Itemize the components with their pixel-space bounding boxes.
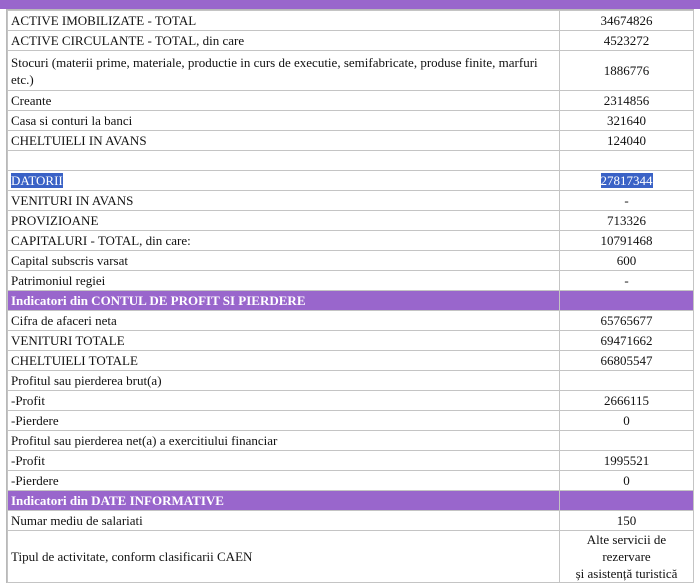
- financial-table-frame: ACTIVE IMOBILIZATE - TOTAL 34674826 ACTI…: [6, 9, 694, 583]
- row-value: 2314856: [559, 90, 694, 111]
- section-title-spacer: [559, 490, 694, 511]
- row-value: 27817344: [559, 170, 694, 191]
- row-value: 150: [559, 510, 694, 531]
- row-value: 0: [559, 470, 694, 491]
- section-title: Indicatori din CONTUL DE PROFIT SI PIERD…: [7, 290, 560, 311]
- row-value: 0: [559, 410, 694, 431]
- row-value: [559, 150, 694, 171]
- row-value: 69471662: [559, 330, 694, 351]
- row-value: [559, 430, 694, 451]
- table-row: Cifra de afaceri neta 65765677: [7, 310, 694, 331]
- row-value: Alte servicii de rezervare și asistență t…: [559, 530, 694, 583]
- selected-text[interactable]: DATORII: [11, 173, 63, 188]
- row-label: Tipul de activitate, conform clasificari…: [7, 530, 560, 583]
- row-value: 124040: [559, 130, 694, 151]
- table-row: Casa si conturi la banci 321640: [7, 110, 694, 131]
- value-line: și asistență turistică: [575, 566, 678, 581]
- table-row: Creante 2314856: [7, 90, 694, 111]
- row-label: -Pierdere: [7, 470, 560, 491]
- row-value: -: [559, 270, 694, 291]
- table-row: CHELTUIELI TOTALE 66805547: [7, 350, 694, 371]
- row-value: 2666115: [559, 390, 694, 411]
- row-value: 600: [559, 250, 694, 271]
- row-value: 10791468: [559, 230, 694, 251]
- row-value: -: [559, 190, 694, 211]
- table-row: Profitul sau pierderea brut(a): [7, 370, 694, 391]
- row-value: 4523272: [559, 30, 694, 51]
- row-value: 321640: [559, 110, 694, 131]
- row-label: Profitul sau pierderea net(a) a exerciti…: [7, 430, 560, 451]
- table-row: ACTIVE CIRCULANTE - TOTAL, din care 4523…: [7, 30, 694, 51]
- table-row: VENITURI IN AVANS -: [7, 190, 694, 211]
- table-row: Stocuri (materii prime, materiale, produ…: [7, 50, 694, 91]
- row-label: Capital subscris varsat: [7, 250, 560, 271]
- table-row: ACTIVE IMOBILIZATE - TOTAL 34674826: [7, 10, 694, 31]
- table-row: Numar mediu de salariati 150: [7, 510, 694, 531]
- row-label: Stocuri (materii prime, materiale, produ…: [7, 50, 560, 91]
- row-label: -Profit: [7, 390, 560, 411]
- row-label: VENITURI TOTALE: [7, 330, 560, 351]
- financial-indicators-table: ACTIVE IMOBILIZATE - TOTAL 34674826 ACTI…: [7, 10, 694, 583]
- row-label: ACTIVE CIRCULANTE - TOTAL, din care: [7, 30, 560, 51]
- value-line: Alte servicii de rezervare: [586, 532, 667, 564]
- top-accent-bar: [0, 0, 700, 9]
- row-label: -Pierdere: [7, 410, 560, 431]
- row-label: Patrimoniul regiei: [7, 270, 560, 291]
- row-label: [7, 150, 560, 171]
- row-label: Casa si conturi la banci: [7, 110, 560, 131]
- table-row: VENITURI TOTALE 69471662: [7, 330, 694, 351]
- section-title: Indicatori din DATE INFORMATIVE: [7, 490, 560, 511]
- row-value: 65765677: [559, 310, 694, 331]
- table-row: -Profit 1995521: [7, 450, 694, 471]
- row-label: Profitul sau pierderea brut(a): [7, 370, 560, 391]
- row-value: 1995521: [559, 450, 694, 471]
- table-row: PROVIZIOANE 713326: [7, 210, 694, 231]
- table-row: -Profit 2666115: [7, 390, 694, 411]
- table-row: DATORII 27817344: [7, 170, 694, 191]
- row-label: -Profit: [7, 450, 560, 471]
- table-row: Patrimoniul regiei -: [7, 270, 694, 291]
- row-value: [559, 370, 694, 391]
- row-label: Cifra de afaceri neta: [7, 310, 560, 331]
- row-label: VENITURI IN AVANS: [7, 190, 560, 211]
- row-value: 713326: [559, 210, 694, 231]
- row-label: Creante: [7, 90, 560, 111]
- section-header-profit: Indicatori din CONTUL DE PROFIT SI PIERD…: [7, 290, 694, 311]
- section-header-info: Indicatori din DATE INFORMATIVE: [7, 490, 694, 511]
- table-row: Tipul de activitate, conform clasificari…: [7, 530, 694, 583]
- table-row: -Pierdere 0: [7, 470, 694, 491]
- row-value: 66805547: [559, 350, 694, 371]
- empty-row: [7, 150, 694, 171]
- row-label: DATORII: [7, 170, 560, 191]
- row-value: 34674826: [559, 10, 694, 31]
- row-label: CHELTUIELI IN AVANS: [7, 130, 560, 151]
- row-value: 1886776: [559, 50, 694, 91]
- table-row: CHELTUIELI IN AVANS 124040: [7, 130, 694, 151]
- table-row: Capital subscris varsat 600: [7, 250, 694, 271]
- row-label: CHELTUIELI TOTALE: [7, 350, 560, 371]
- table-row: CAPITALURI - TOTAL, din care: 10791468: [7, 230, 694, 251]
- row-label: ACTIVE IMOBILIZATE - TOTAL: [7, 10, 560, 31]
- row-label: PROVIZIOANE: [7, 210, 560, 231]
- row-label: CAPITALURI - TOTAL, din care:: [7, 230, 560, 251]
- row-label: Numar mediu de salariati: [7, 510, 560, 531]
- table-row: -Pierdere 0: [7, 410, 694, 431]
- table-row: Profitul sau pierderea net(a) a exerciti…: [7, 430, 694, 451]
- selected-text[interactable]: 27817344: [600, 173, 653, 188]
- section-title-spacer: [559, 290, 694, 311]
